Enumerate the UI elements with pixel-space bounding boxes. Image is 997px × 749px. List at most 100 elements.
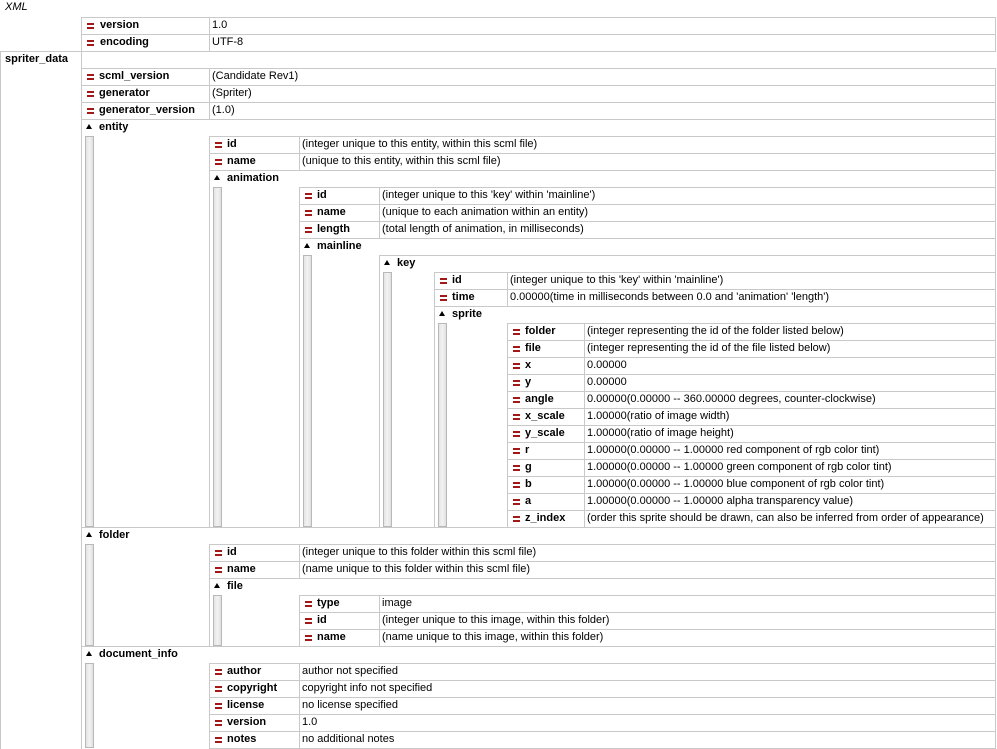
grid-line [584,425,585,442]
grid-line [507,459,508,476]
grid-line [209,714,210,731]
attribute-value: (integer unique to this 'key' within 'ma… [382,189,596,201]
grid-line [995,170,996,187]
grid-line [209,578,996,579]
grid-line [81,17,82,34]
grid-line [299,663,300,680]
grid-line [995,34,996,51]
grid-line [81,85,82,102]
grid-line [507,425,508,442]
collapse-bar[interactable] [85,663,94,748]
attribute-name: name [317,631,346,643]
grid-line [995,595,996,612]
grid-line [995,476,996,493]
grid-line [209,595,210,646]
collapse-bar[interactable] [85,544,94,646]
grid-line [434,272,435,289]
grid-line [995,680,996,697]
grid-line [507,510,508,527]
collapse-bar[interactable] [438,323,447,527]
collapse-toggle-icon[interactable] [85,646,94,663]
grid-line [507,323,508,340]
attribute-icon [86,85,95,102]
collapse-toggle-icon[interactable] [85,527,94,544]
collapse-bar[interactable] [303,255,312,527]
grid-line [507,374,996,375]
grid-line [209,102,210,119]
grid-line [299,187,300,204]
grid-line [209,187,210,527]
grid-line [507,272,508,289]
grid-line [209,34,210,51]
attribute-value: (1.0) [212,104,235,116]
grid-line [299,221,300,238]
collapse-toggle-icon[interactable] [303,238,312,255]
attribute-name: length [317,223,350,235]
grid-line [81,102,82,119]
grid-line [209,170,996,171]
collapse-bar[interactable] [85,136,94,527]
grid-line [379,187,380,204]
grid-line [81,646,996,647]
grid-line [995,136,996,153]
attribute-icon [86,102,95,119]
attribute-icon [214,663,223,680]
attribute-name: folder [525,325,556,337]
collapse-toggle-icon[interactable] [383,255,392,272]
collapse-bar[interactable] [213,595,222,646]
element-name: file [227,580,243,592]
collapse-toggle-icon[interactable] [85,119,94,136]
grid-line [379,595,380,612]
attribute-icon [304,204,313,221]
attribute-name: id [317,614,327,626]
grid-line [995,119,996,136]
attribute-value: 0.00000(time in milliseconds between 0.0… [510,291,830,303]
grid-line [995,544,996,561]
attribute-icon [214,731,223,748]
grid-line [995,238,996,255]
collapse-bar[interactable] [213,187,222,527]
attribute-icon [512,323,521,340]
grid-line [209,136,210,153]
grid-line [584,493,585,510]
attribute-value: (Spriter) [212,87,252,99]
grid-line [379,629,380,646]
attribute-name: notes [227,733,257,745]
collapse-bar[interactable] [383,272,392,527]
attribute-name: name [227,563,256,575]
attribute-name: name [227,155,256,167]
collapse-toggle-icon[interactable] [213,578,222,595]
attribute-icon [214,544,223,561]
grid-line [507,374,508,391]
attribute-value: 1.00000(ratio of image width) [587,410,730,422]
attribute-value: copyright info not specified [302,682,433,694]
grid-line [584,323,585,340]
attribute-name: x [525,359,532,371]
grid-line [995,221,996,238]
attribute-value: 0.00000 [587,359,627,371]
grid-line [507,476,508,493]
grid-line [995,391,996,408]
attribute-name: r [525,444,530,456]
element-name: folder [99,529,130,541]
attribute-icon [214,697,223,714]
grid-line [299,238,996,239]
root-label: XML [5,1,28,13]
grid-line [995,425,996,442]
collapse-toggle-icon[interactable] [213,170,222,187]
attribute-value: UTF-8 [212,36,244,48]
attribute-value: (integer unique to this 'key' within 'ma… [510,274,724,286]
attribute-icon [214,153,223,170]
grid-line [299,255,300,527]
attribute-value: author not specified [302,665,399,677]
grid-line [507,357,996,358]
grid-line [299,238,300,255]
attribute-name: name [317,206,346,218]
attribute-icon [304,221,313,238]
grid-line [995,578,996,595]
collapse-toggle-icon[interactable] [438,306,447,323]
grid-line [209,697,210,714]
grid-line [995,374,996,391]
grid-line [995,714,996,731]
grid-line [995,357,996,374]
